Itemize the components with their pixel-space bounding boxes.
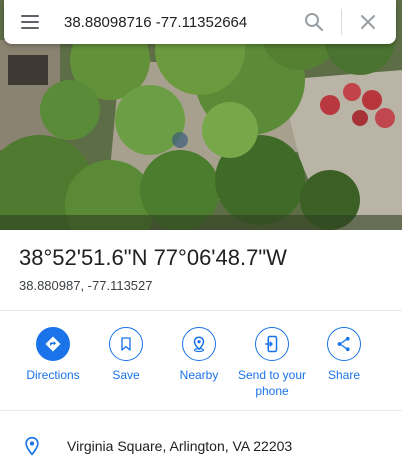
search-divider [341, 9, 342, 35]
save-circle [109, 327, 143, 361]
search-icon [305, 13, 324, 32]
phone-send-icon [265, 335, 278, 353]
save-label: Save [112, 368, 140, 382]
send-to-phone-label: Send to your phone [237, 368, 307, 398]
save-button[interactable]: Save [86, 327, 166, 383]
close-icon [361, 15, 375, 29]
divider [0, 310, 402, 311]
share-button[interactable]: Share [304, 327, 384, 383]
menu-icon-bar [21, 27, 39, 29]
address-text: Virginia Square, Arlington, VA 22203 [67, 438, 293, 454]
directions-button[interactable]: Directions [13, 327, 93, 383]
directions-label: Directions [26, 368, 80, 382]
nearby-label: Nearby [179, 368, 219, 382]
nearby-button[interactable]: Nearby [159, 327, 239, 383]
nearby-circle [182, 327, 216, 361]
search-button[interactable] [302, 10, 326, 34]
menu-button[interactable] [18, 11, 42, 33]
send-to-phone-circle [255, 327, 289, 361]
send-to-phone-button[interactable]: Send to your phone [232, 327, 312, 399]
divider [0, 410, 402, 411]
decimal-coordinates: 38.880987, -77.113527 [19, 278, 153, 293]
close-button[interactable] [356, 10, 380, 34]
menu-icon [21, 15, 39, 17]
bookmark-icon [121, 337, 131, 351]
place-title: 38°52'51.6"N 77°06'48.7"W [19, 245, 287, 270]
address-row[interactable]: Virginia Square, Arlington, VA 22203 [0, 425, 402, 465]
share-circle [327, 327, 361, 361]
place-panel: 38°52'51.6"N 77°06'48.7"W 38.880987, -77… [0, 0, 402, 465]
directions-icon [45, 336, 61, 352]
directions-circle [36, 327, 70, 361]
share-label: Share [327, 368, 361, 382]
search-box [4, 0, 396, 44]
menu-icon-bar [21, 21, 39, 23]
search-input[interactable] [64, 10, 289, 34]
share-icon [337, 336, 350, 352]
nearby-pin-icon [193, 336, 205, 353]
location-pin-icon [25, 436, 39, 456]
